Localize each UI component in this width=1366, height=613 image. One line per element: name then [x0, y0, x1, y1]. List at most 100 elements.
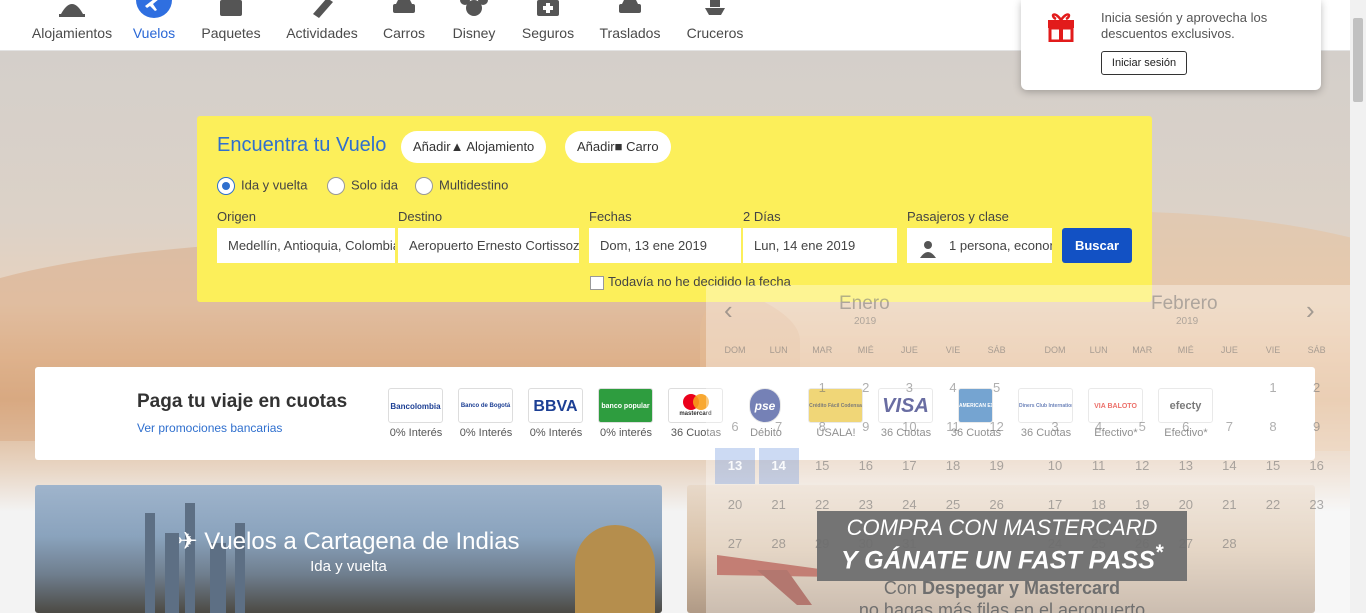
calendar-day[interactable]: 17 — [1035, 487, 1075, 523]
calendar-day[interactable]: 29 — [802, 526, 842, 562]
origin-input[interactable]: Medellín, Antioquia, Colombia — [217, 228, 395, 263]
calendar-day[interactable]: 20 — [715, 487, 755, 523]
calendar-day[interactable]: 17 — [889, 448, 929, 484]
calendar-day[interactable]: 2 — [1297, 370, 1337, 406]
calendar-day[interactable]: 14 — [758, 448, 799, 484]
nav-item-seguros[interactable]: Seguros — [520, 0, 576, 51]
calendar-day[interactable]: 14 — [1209, 448, 1249, 484]
calendar-day[interactable]: 26 — [977, 487, 1017, 523]
calendar-day[interactable]: 13 — [1166, 448, 1206, 484]
calendar-day[interactable]: 11 — [1079, 448, 1119, 484]
nav-item-vuelos[interactable]: Vuelos — [130, 0, 178, 51]
nav-label: Vuelos — [132, 25, 176, 41]
calendar-day[interactable]: 4 — [1079, 409, 1119, 445]
nav-item-alojamientos[interactable]: Alojamientos — [30, 0, 114, 51]
calendar-day[interactable]: 9 — [1297, 409, 1337, 445]
calendar-day[interactable]: 12 — [977, 409, 1017, 445]
mickey-icon — [459, 0, 489, 18]
calendar-day[interactable]: 9 — [846, 409, 886, 445]
calendar-day[interactable]: 10 — [889, 409, 929, 445]
calendar-day[interactable]: 26 — [1122, 526, 1162, 562]
calendar-day[interactable]: 2 — [846, 370, 886, 406]
calendar-day[interactable]: 1 — [1253, 370, 1293, 406]
radio-round-trip[interactable]: Ida y vuelta — [217, 177, 308, 195]
passengers-input[interactable]: 1 persona, economy — [907, 228, 1052, 263]
calendar-day[interactable]: 23 — [846, 487, 886, 523]
weekday-label: MAR — [1132, 345, 1153, 355]
return-date-input[interactable]: Lun, 14 ene 2019 — [743, 228, 897, 263]
nav-label: Cruceros — [686, 25, 744, 41]
promo-title-text: Vuelos a Cartagena de Indias — [204, 528, 520, 555]
calendar-day[interactable]: 15 — [1253, 448, 1293, 484]
calendar-day[interactable]: 8 — [802, 409, 842, 445]
flight-search-box: Encuentra tu Vuelo Añadir▲ Alojamiento A… — [197, 116, 1152, 302]
weekday-label: DOM — [1044, 345, 1066, 355]
prev-month-arrow[interactable]: ‹ — [724, 295, 733, 326]
calendar-day[interactable]: 31 — [889, 526, 929, 562]
calendar-day[interactable]: 28 — [759, 526, 799, 562]
depart-date-input[interactable]: Dom, 13 ene 2019 — [589, 228, 741, 263]
calendar-day[interactable]: 11 — [933, 409, 973, 445]
calendar-day[interactable]: 1 — [802, 370, 842, 406]
calendar-day[interactable]: 13 — [715, 448, 755, 484]
nav-item-paquetes[interactable]: Paquetes — [197, 0, 265, 51]
calendar-day[interactable]: 25 — [933, 487, 973, 523]
calendar-day[interactable]: 19 — [977, 448, 1017, 484]
calendar-day[interactable]: 18 — [1079, 487, 1119, 523]
search-button[interactable]: Buscar — [1062, 228, 1132, 263]
bank-promotions-link[interactable]: Ver promociones bancarias — [137, 421, 282, 435]
scrollbar-thumb[interactable] — [1353, 18, 1363, 102]
calendar-day[interactable]: 24 — [889, 487, 929, 523]
calendar-day[interactable]: 5 — [977, 370, 1017, 406]
calendar-day[interactable]: 12 — [1122, 448, 1162, 484]
calendar-day[interactable]: 7 — [1209, 409, 1249, 445]
calendar-day[interactable]: 6 — [715, 409, 755, 445]
calendar-day[interactable]: 16 — [846, 448, 886, 484]
calendar-day[interactable]: 10 — [1035, 448, 1075, 484]
nav-item-disney[interactable]: Disney — [450, 0, 498, 51]
calendar-day[interactable]: 22 — [1253, 487, 1293, 523]
calendar-day[interactable]: 23 — [1297, 487, 1337, 523]
radio-label: Solo ida — [351, 177, 398, 193]
next-month-arrow[interactable]: › — [1306, 295, 1315, 326]
calendar-day[interactable]: 25 — [1079, 526, 1119, 562]
calendar-day[interactable]: 24 — [1035, 526, 1075, 562]
calendar-day[interactable]: 27 — [1166, 526, 1206, 562]
passengers-label: Pasajeros y clase — [907, 209, 1009, 224]
calendar-day[interactable]: 21 — [759, 487, 799, 523]
radio-multi-destination[interactable]: Multidestino — [415, 177, 508, 195]
bbva-logo: BBVA — [528, 388, 583, 423]
login-button[interactable]: Iniciar sesión — [1101, 51, 1187, 75]
calendar-day[interactable]: 4 — [933, 370, 973, 406]
nav-item-actividades[interactable]: Actividades — [283, 0, 361, 51]
add-car-button[interactable]: Añadir■ Carro — [565, 131, 671, 163]
nav-item-cruceros[interactable]: Cruceros — [684, 0, 746, 51]
calendar-day[interactable]: 15 — [802, 448, 842, 484]
calendar-day[interactable]: 22 — [802, 487, 842, 523]
nav-item-carros[interactable]: Carros — [380, 0, 428, 51]
weekday-label: LUN — [1089, 345, 1108, 355]
calendar-day[interactable]: 16 — [1297, 448, 1337, 484]
calendar-day[interactable]: 21 — [1209, 487, 1249, 523]
calendar-day[interactable]: 20 — [1166, 487, 1206, 523]
add-lodging-button[interactable]: Añadir▲ Alojamiento — [401, 131, 547, 163]
calendar-day[interactable]: 6 — [1166, 409, 1206, 445]
calendar-day[interactable]: 27 — [715, 526, 755, 562]
nav-label: Carros — [382, 25, 425, 41]
weekday-label: VIE — [945, 345, 961, 355]
calendar-day[interactable]: 28 — [1209, 526, 1249, 562]
radio-one-way[interactable]: Solo ida — [327, 177, 398, 195]
page-scrollbar[interactable] — [1350, 0, 1366, 613]
calendar-day[interactable]: 19 — [1122, 487, 1162, 523]
payments-title: Paga tu viaje en cuotas — [137, 391, 348, 412]
promo-card-cartagena[interactable]: ✈ Vuelos a Cartagena de Indias Ida y vue… — [35, 485, 662, 613]
calendar-day[interactable]: 18 — [933, 448, 973, 484]
calendar-day[interactable]: 3 — [1035, 409, 1075, 445]
calendar-day[interactable]: 7 — [759, 409, 799, 445]
calendar-day[interactable]: 5 — [1122, 409, 1162, 445]
calendar-day[interactable]: 3 — [889, 370, 929, 406]
calendar-day[interactable]: 30 — [846, 526, 886, 562]
destination-input[interactable]: Aeropuerto Ernesto Cortissoz — [398, 228, 579, 263]
nav-item-traslados[interactable]: Traslados — [598, 0, 662, 51]
calendar-day[interactable]: 8 — [1253, 409, 1293, 445]
